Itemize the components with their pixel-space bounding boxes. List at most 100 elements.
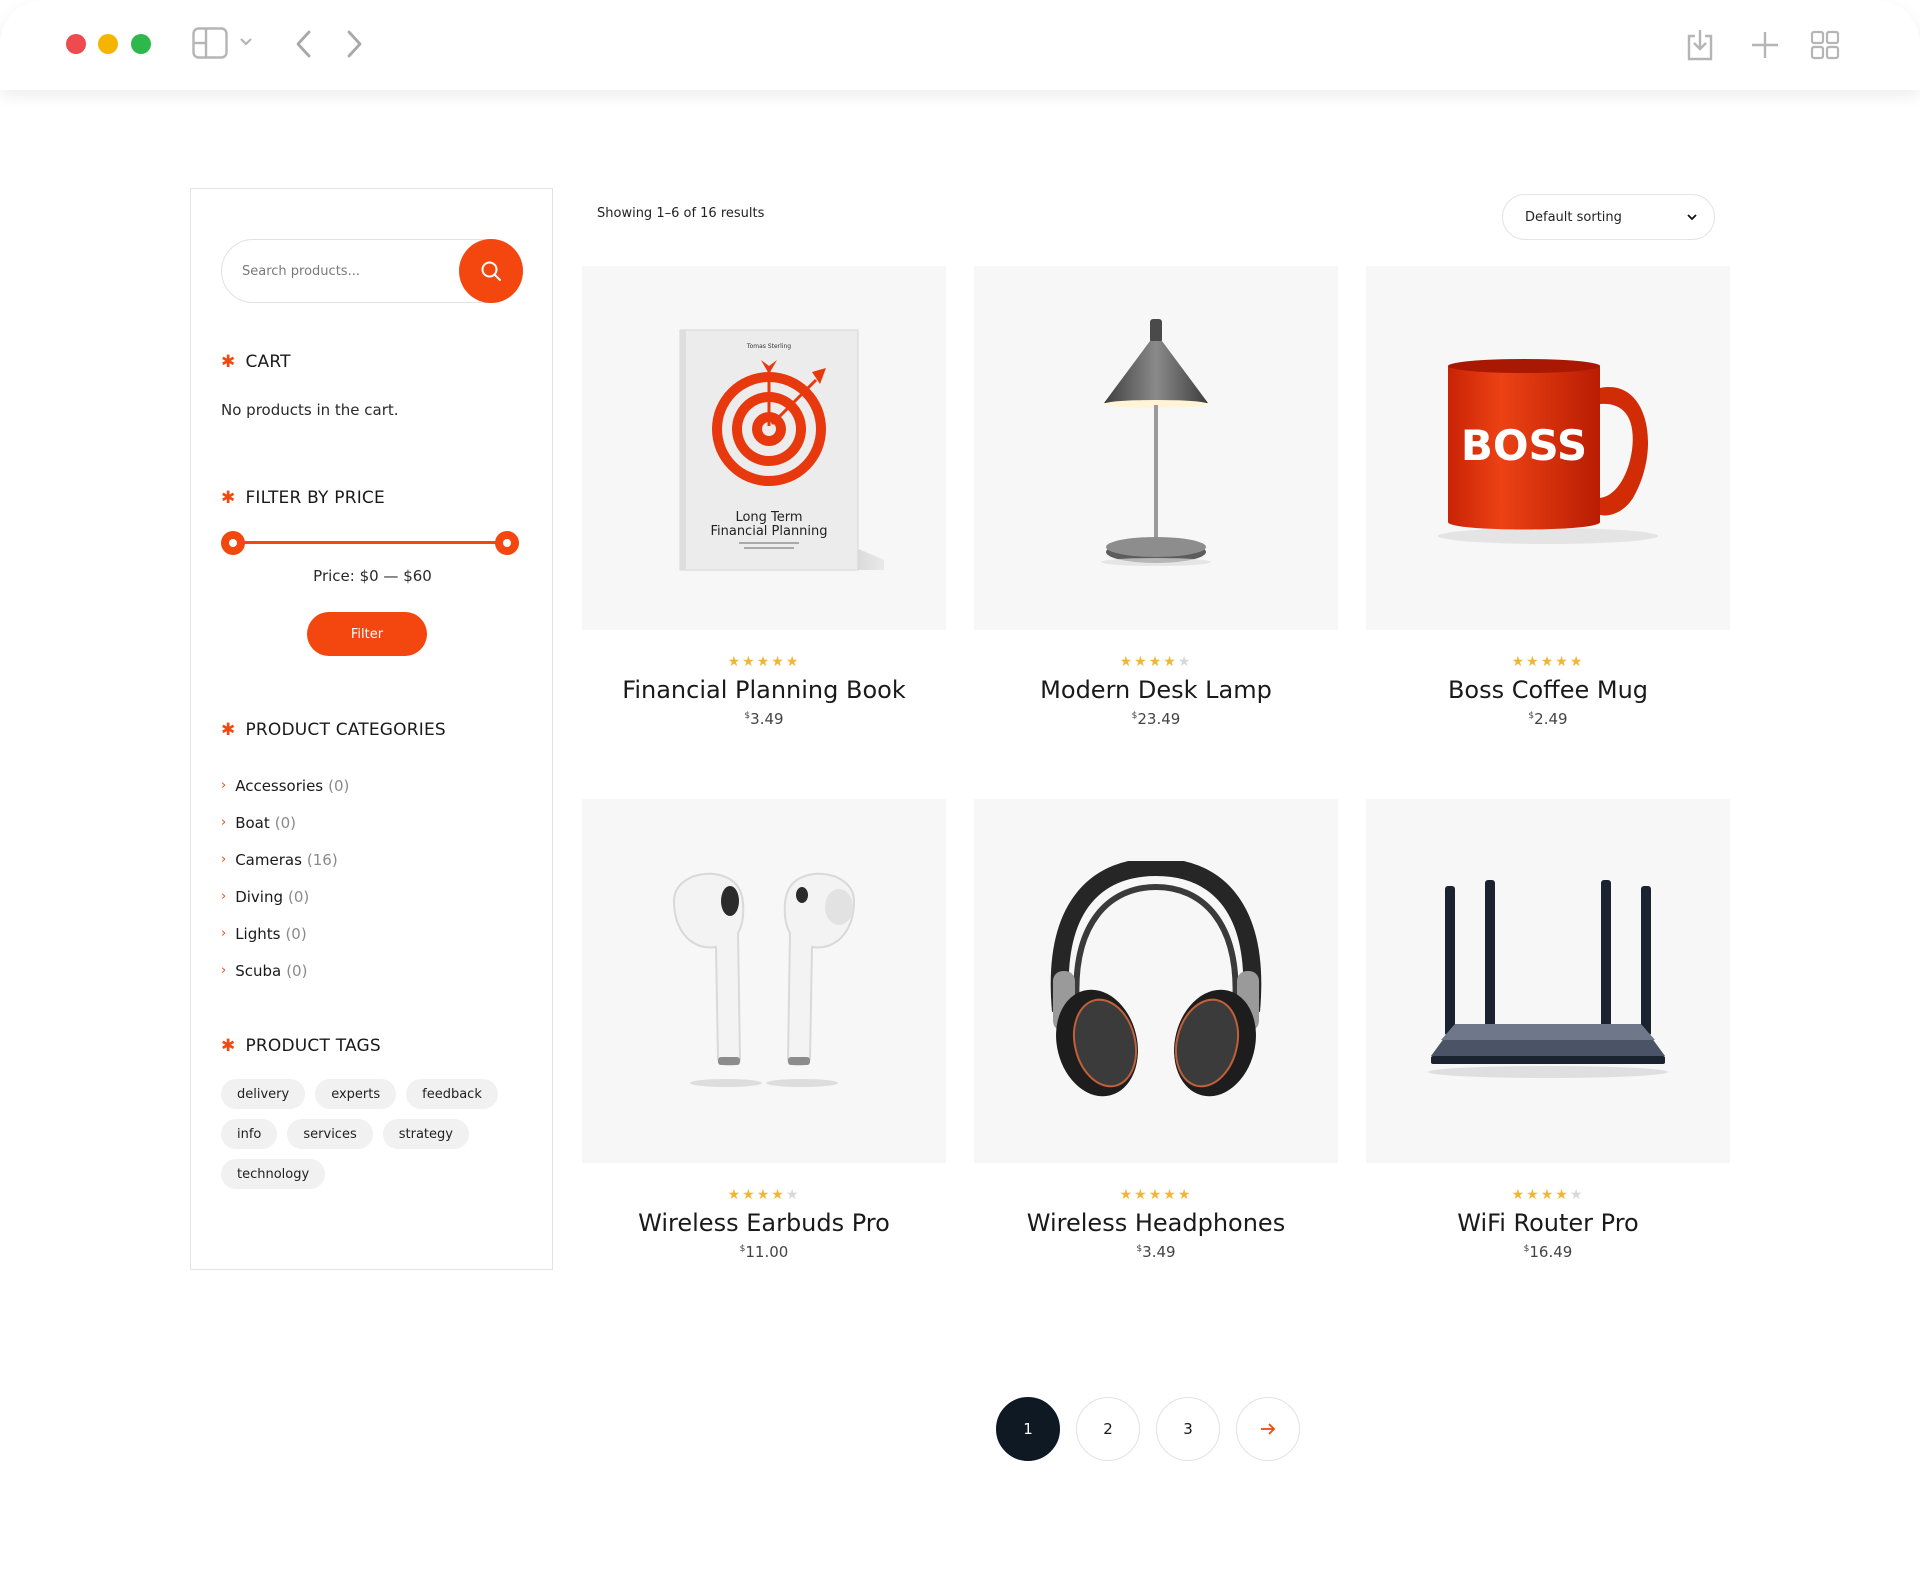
category-item[interactable]: › Lights (0): [221, 915, 349, 952]
star-filled-icon: ★: [1511, 654, 1527, 670]
product-price: $3.49: [974, 1243, 1338, 1261]
tag-delivery[interactable]: delivery: [221, 1079, 306, 1109]
chevron-right-icon: ›: [221, 963, 227, 978]
price-value: 2.49: [1534, 710, 1568, 728]
star-filled-icon: ★: [1526, 1187, 1541, 1203]
category-count: (0): [328, 776, 350, 795]
chevron-right-icon: ›: [221, 889, 227, 904]
category-count: (16): [306, 850, 338, 869]
product-image[interactable]: [974, 266, 1338, 630]
category-list: › Accessories (0) › Boat (0) › Cameras (16) › D…: [221, 767, 349, 989]
cart-widget-title: ✱ CART: [221, 352, 291, 372]
back-icon[interactable]: [292, 28, 316, 60]
mug-image: BOSS: [1438, 359, 1658, 544]
star-filled-icon: ★: [1119, 1187, 1135, 1203]
star-filled-icon: ★: [756, 1187, 772, 1203]
maximize-window-button[interactable]: [131, 34, 151, 54]
product-card: ★★★★★ Wireless Headphones $3.49: [974, 799, 1338, 1261]
chevron-right-icon: ›: [221, 815, 227, 830]
category-item[interactable]: › Cameras (16): [221, 841, 349, 878]
category-count: (0): [285, 924, 307, 943]
rating-stars: ★★★★★: [1366, 654, 1730, 670]
page-3-button[interactable]: 3: [1156, 1397, 1220, 1461]
product-name[interactable]: Wireless Earbuds Pro: [582, 1209, 946, 1237]
mug-print: BOSS: [1461, 421, 1587, 470]
rating-stars: ★★★★★: [1366, 1187, 1730, 1203]
sorting-select[interactable]: Default sorting: [1502, 194, 1715, 240]
headphones-image: [1050, 861, 1262, 1097]
product-image[interactable]: [582, 799, 946, 1163]
next-page-button[interactable]: [1236, 1397, 1300, 1461]
page-2-button[interactable]: 2: [1076, 1397, 1140, 1461]
product-name[interactable]: WiFi Router Pro: [1366, 1209, 1730, 1237]
price-value: 3.49: [750, 710, 784, 728]
search-icon: [481, 261, 501, 281]
category-item[interactable]: › Diving (0): [221, 878, 349, 915]
tag-info[interactable]: info: [221, 1119, 278, 1149]
page-1-button[interactable]: 1: [996, 1397, 1060, 1461]
category-label: Lights: [235, 924, 281, 943]
star-filled-icon: ★: [1148, 1187, 1164, 1203]
star-filled-icon: ★: [1555, 1187, 1570, 1203]
star-filled-icon: ★: [1540, 654, 1556, 670]
category-item[interactable]: › Accessories (0): [221, 767, 349, 804]
price-slider-min-handle[interactable]: [221, 531, 245, 555]
price-value: 3.49: [1142, 1243, 1176, 1261]
tag-technology[interactable]: technology: [221, 1159, 326, 1189]
star-filled-icon: ★: [742, 654, 757, 670]
asterisk-icon: ✱: [221, 720, 236, 740]
earbuds-image: [672, 872, 856, 1087]
category-label: Cameras: [235, 850, 302, 869]
price-value: 11.00: [745, 1243, 789, 1261]
price-value: 16.49: [1529, 1243, 1573, 1261]
star-filled-icon: ★: [1177, 1187, 1193, 1203]
category-item[interactable]: › Scuba (0): [221, 952, 349, 989]
sidebar-toggle-icon[interactable]: [192, 27, 228, 59]
product-price: $11.00: [582, 1243, 946, 1261]
rating-stars: ★★★★★: [582, 654, 946, 670]
chevron-down-icon: [1687, 214, 1697, 221]
product-image[interactable]: BOSS: [1366, 266, 1730, 630]
search-input[interactable]: [242, 240, 442, 302]
price-slider-track: [231, 541, 507, 544]
category-label: Diving: [235, 887, 283, 906]
tag-feedback[interactable]: feedback: [406, 1079, 498, 1109]
tag-services[interactable]: services: [287, 1119, 373, 1149]
star-empty-icon: ★: [1177, 654, 1193, 670]
chevron-down-icon[interactable]: [238, 36, 254, 48]
search-button[interactable]: [459, 239, 523, 303]
product-name[interactable]: Financial Planning Book: [582, 676, 946, 704]
category-label: Scuba: [235, 961, 282, 980]
tag-strategy[interactable]: strategy: [382, 1119, 469, 1149]
product-name[interactable]: Wireless Headphones: [974, 1209, 1338, 1237]
asterisk-icon: ✱: [221, 488, 236, 508]
category-item[interactable]: › Boat (0): [221, 804, 349, 841]
star-filled-icon: ★: [771, 1187, 786, 1203]
product-price: $16.49: [1366, 1243, 1730, 1261]
star-filled-icon: ★: [1134, 654, 1149, 670]
star-filled-icon: ★: [771, 654, 786, 670]
chevron-right-icon: ›: [221, 778, 227, 793]
plus-icon[interactable]: [1750, 30, 1780, 60]
product-price: $2.49: [1366, 710, 1730, 728]
minimize-window-button[interactable]: [98, 34, 118, 54]
filter-button[interactable]: Filter: [307, 612, 427, 656]
download-icon[interactable]: [1686, 28, 1714, 62]
forward-icon[interactable]: [342, 28, 366, 60]
product-name[interactable]: Boss Coffee Mug: [1366, 676, 1730, 704]
category-label: Accessories: [235, 776, 324, 795]
tag-experts[interactable]: experts: [315, 1079, 397, 1109]
categories-title: ✱ PRODUCT CATEGORIES: [221, 720, 446, 740]
tags-title-text: PRODUCT TAGS: [245, 1036, 381, 1056]
book-image: Tomas Sterling Long Term Financial Plann…: [679, 329, 884, 571]
product-image[interactable]: Tomas Sterling Long Term Financial Plann…: [582, 266, 946, 630]
product-card: BOSS ★★★★★ Boss Coffee Mug $2.49: [1366, 266, 1730, 728]
price-slider-max-handle[interactable]: [495, 531, 519, 555]
product-name[interactable]: Modern Desk Lamp: [974, 676, 1338, 704]
product-image[interactable]: [974, 799, 1338, 1163]
close-window-button[interactable]: [66, 34, 86, 54]
product-image[interactable]: [1366, 799, 1730, 1163]
rating-stars: ★★★★★: [974, 654, 1338, 670]
star-filled-icon: ★: [742, 1187, 757, 1203]
tab-grid-icon[interactable]: [1810, 30, 1840, 60]
